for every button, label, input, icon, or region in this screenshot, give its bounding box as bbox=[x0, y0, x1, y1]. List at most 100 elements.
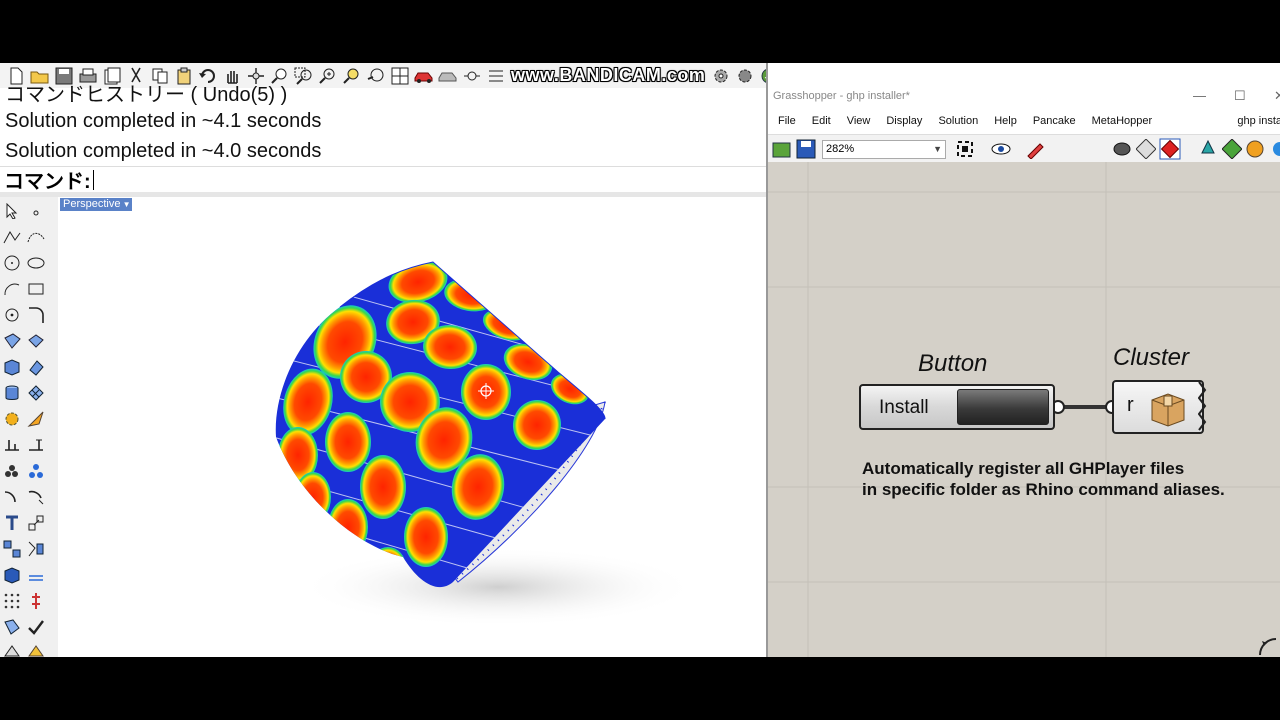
ellipse-icon[interactable] bbox=[26, 253, 46, 273]
wire-display-icon[interactable] bbox=[1136, 139, 1156, 159]
cluster-group-label: Cluster bbox=[1113, 344, 1190, 371]
point-icon[interactable] bbox=[26, 201, 46, 221]
install-button-component[interactable]: Install bbox=[859, 384, 1055, 430]
dimension-icon[interactable] bbox=[2, 435, 22, 455]
menu-pancake[interactable]: Pancake bbox=[1033, 115, 1076, 127]
four-viewports-icon[interactable] bbox=[388, 65, 411, 87]
hatch-icon[interactable] bbox=[26, 565, 46, 585]
menu-solution[interactable]: Solution bbox=[938, 115, 978, 127]
close-icon[interactable]: ✕ bbox=[1274, 88, 1280, 104]
group-icon[interactable] bbox=[2, 461, 22, 481]
viewport-title-tab[interactable]: Perspective ▼ bbox=[60, 198, 133, 211]
trim-icon[interactable] bbox=[26, 487, 46, 507]
bandicam-watermark: www.BANDICAM.com bbox=[511, 65, 706, 85]
rectangle-icon[interactable] bbox=[26, 279, 46, 299]
menu-edit[interactable]: Edit bbox=[812, 115, 831, 127]
zoom-window-icon[interactable] bbox=[292, 65, 315, 87]
analyze-icon[interactable] bbox=[2, 617, 22, 637]
leader-icon[interactable] bbox=[26, 435, 46, 455]
preview-eye-icon[interactable] bbox=[990, 141, 1016, 157]
light-icon[interactable] bbox=[26, 409, 46, 429]
gh-canvas[interactable]: Button Cluster Install r Automatically r… bbox=[768, 162, 1280, 657]
solid-tools-icon[interactable] bbox=[26, 357, 46, 377]
circle-icon[interactable] bbox=[2, 253, 22, 273]
arc-icon[interactable] bbox=[2, 279, 22, 299]
gh-canvas-toolbar: 282% ▼ bbox=[768, 134, 1280, 164]
fillet-edge-icon[interactable] bbox=[2, 487, 22, 507]
flow-icon[interactable] bbox=[26, 539, 46, 559]
render-mesh-icon[interactable] bbox=[2, 641, 22, 657]
maximize-icon[interactable]: ☐ bbox=[1234, 88, 1246, 104]
check-icon[interactable] bbox=[26, 617, 46, 637]
document-tab[interactable]: ghp insta bbox=[1237, 115, 1280, 127]
zoom-extents-icon[interactable] bbox=[316, 65, 339, 87]
perspective-viewport[interactable]: Perspective ▼ bbox=[58, 197, 766, 657]
zoom-dropdown[interactable]: 282% ▼ bbox=[822, 139, 946, 159]
left-tool-palette bbox=[0, 197, 59, 657]
select-arrow-icon[interactable] bbox=[2, 201, 22, 221]
properties-gear-icon[interactable] bbox=[733, 65, 756, 87]
ground-shadow bbox=[298, 547, 698, 627]
command-prompt-label: コマンド: bbox=[4, 171, 91, 193]
transform-gear-icon[interactable] bbox=[2, 409, 22, 429]
shaded-preview-icon[interactable] bbox=[1159, 138, 1181, 160]
ungroup-icon[interactable] bbox=[26, 461, 46, 481]
array-icon[interactable] bbox=[2, 539, 22, 559]
save-file-icon[interactable] bbox=[796, 139, 816, 159]
sketch-pen-icon[interactable] bbox=[1025, 139, 1047, 159]
preview-mode-icon[interactable] bbox=[1112, 139, 1132, 159]
undo-view-icon[interactable] bbox=[364, 65, 387, 87]
extra-tool-icon[interactable] bbox=[1270, 139, 1280, 159]
menu-display[interactable]: Display bbox=[886, 115, 922, 127]
open-file-icon[interactable] bbox=[772, 139, 792, 159]
render-car-icon[interactable] bbox=[412, 65, 435, 87]
fillet-curve-icon[interactable] bbox=[26, 305, 46, 325]
zoom-extents-icon[interactable] bbox=[955, 139, 977, 159]
rhino-window: www.BANDICAM.com ? コマンドヒストリー ( Undo(5) )… bbox=[0, 63, 766, 657]
layer-lines-icon[interactable] bbox=[484, 65, 507, 87]
gh-title-bar: Grasshopper - ghp installer* — ☐ ✕ bbox=[768, 63, 1280, 108]
button-pad[interactable] bbox=[957, 389, 1049, 425]
polyline-icon[interactable] bbox=[2, 227, 22, 247]
render-preview-icon[interactable] bbox=[436, 65, 459, 87]
color-mode-icon[interactable] bbox=[1222, 139, 1242, 159]
cluster-component[interactable]: r bbox=[1112, 380, 1207, 434]
solid-box-icon[interactable] bbox=[2, 565, 22, 585]
gh-menu-bar: File Edit View Display Solution Help Pan… bbox=[768, 108, 1280, 134]
command-history-line: コマンドヒストリー ( Undo(5) ) bbox=[5, 84, 288, 106]
cylinder-icon[interactable] bbox=[2, 383, 22, 403]
component-description: Automatically register all GHPlayer file… bbox=[862, 458, 1225, 500]
polygon-icon[interactable] bbox=[2, 305, 22, 325]
surface-icon[interactable] bbox=[2, 331, 22, 351]
minimize-icon[interactable]: — bbox=[1193, 88, 1206, 103]
bake-icon[interactable] bbox=[1198, 139, 1218, 159]
menu-metahopper[interactable]: MetaHopper bbox=[1092, 115, 1153, 127]
options-gear-icon[interactable] bbox=[709, 65, 732, 87]
navigation-compass-icon[interactable] bbox=[1258, 637, 1278, 657]
menu-help[interactable]: Help bbox=[994, 115, 1017, 127]
material-icon[interactable] bbox=[26, 641, 46, 657]
description-line: in specific folder as Rhino command alia… bbox=[862, 480, 1225, 499]
button-group-label: Button bbox=[918, 350, 988, 377]
text-caret bbox=[92, 169, 94, 190]
extrude-surface-icon[interactable] bbox=[26, 331, 46, 351]
material-sphere-icon[interactable] bbox=[1245, 139, 1265, 159]
chevron-down-icon: ▼ bbox=[933, 143, 942, 154]
command-prompt[interactable]: コマンド: bbox=[0, 166, 766, 193]
zoom-selected-icon[interactable] bbox=[340, 65, 363, 87]
scale-icon[interactable] bbox=[26, 513, 46, 533]
gh-window-title: Grasshopper - ghp installer* bbox=[773, 90, 910, 102]
viewport-menu-arrow-icon[interactable]: ▼ bbox=[123, 198, 131, 211]
zoom-value: 282% bbox=[826, 142, 855, 155]
box-icon[interactable] bbox=[2, 357, 22, 377]
menu-view[interactable]: View bbox=[847, 115, 871, 127]
curve-icon[interactable] bbox=[26, 227, 46, 247]
text-icon[interactable] bbox=[2, 513, 22, 533]
point-grid-icon[interactable] bbox=[2, 591, 22, 611]
point-snap-icon[interactable] bbox=[460, 65, 483, 87]
gumball-icon[interactable] bbox=[26, 591, 46, 611]
command-history-line: Solution completed in ~4.0 seconds bbox=[5, 140, 322, 162]
grasshopper-icon[interactable] bbox=[757, 65, 766, 87]
menu-file[interactable]: File bbox=[778, 115, 796, 127]
mesh-icon[interactable] bbox=[26, 383, 46, 403]
